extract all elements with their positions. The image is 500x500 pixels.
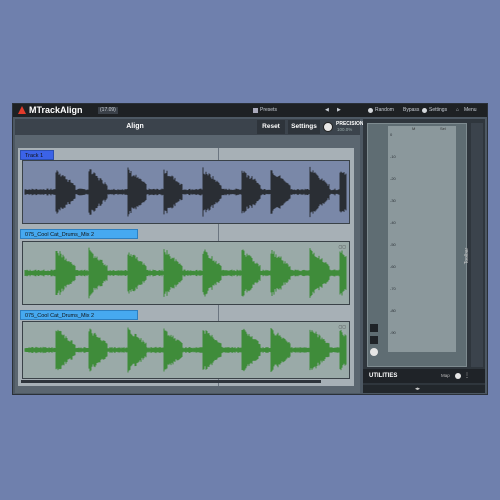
meter-tick-label: -70 <box>390 286 396 291</box>
meter-col-sel: Sel <box>440 126 446 131</box>
waveform-track-3[interactable]: ▢▢ <box>22 321 350 379</box>
meter-tick-label: -80 <box>390 308 396 313</box>
settings-icon[interactable] <box>422 108 427 113</box>
bypass-button[interactable]: Bypass <box>403 104 419 117</box>
random-icon[interactable] <box>368 108 373 113</box>
track-label-2[interactable]: 075_Cool Cat_Drums_Mix 2 <box>20 229 138 239</box>
track-label-1[interactable]: Track 1 <box>20 150 54 160</box>
align-toolbar: Align Reset Settings PRECISION 100.0% <box>15 119 364 135</box>
utilities-bar[interactable]: UTILITIES Map ⋮ <box>363 369 485 383</box>
meter-tick-label: -60 <box>390 264 396 269</box>
meter-tick-label: -40 <box>390 220 396 225</box>
utilities-label: UTILITIES <box>369 373 398 379</box>
prev-preset-icon[interactable]: ◀ <box>325 104 329 117</box>
level-meter: 0 -10 -20 -30 -40 -50 -60 -70 -80 -90 M Sel <box>367 123 467 367</box>
side-toolbar-label: Toolbar <box>464 247 471 265</box>
waveform-track-2[interactable]: ▢▢ <box>22 241 350 305</box>
meter-col-m: M <box>412 126 416 131</box>
track-label-3[interactable]: 075_Cool Cat_Drums_Mix 2 <box>20 310 138 320</box>
title-bar: MTrackAlign (17.09) Presets ◀ ▶ Random B… <box>13 104 487 117</box>
meter-tick-label: -50 <box>390 242 396 247</box>
waveform-graphic-2 <box>24 247 347 299</box>
align-panel: Align Reset Settings PRECISION 100.0% Tr… <box>15 119 364 393</box>
precision-knob[interactable] <box>323 122 333 132</box>
settings-title-button[interactable]: Settings <box>429 104 447 117</box>
align-heading: Align <box>126 123 144 130</box>
meter-tick-label: -90 <box>390 330 396 335</box>
random-button[interactable]: Random <box>375 104 394 117</box>
record-icon[interactable] <box>370 348 378 356</box>
utilities-menu-icon[interactable]: ⋮ <box>464 369 470 383</box>
reset-button[interactable]: Reset <box>257 120 285 134</box>
track-area: Track 1 075_Cool Cat_Drums_Mix 2 ▢▢ 075_… <box>18 148 354 386</box>
settings-button[interactable]: Settings <box>288 120 320 134</box>
waveform-graphic-3 <box>24 327 347 373</box>
side-toolbar[interactable]: Toolbar <box>464 123 483 367</box>
expand-arrows-icon[interactable]: ◂▸ <box>415 385 420 393</box>
home-icon[interactable]: ⌂ <box>456 104 459 117</box>
meter-tick-label: -20 <box>390 176 396 181</box>
presets-icon[interactable] <box>253 108 258 113</box>
horizontal-scrollbar[interactable] <box>21 380 321 383</box>
waveform-track-1[interactable] <box>22 160 350 224</box>
map-toggle[interactable] <box>455 373 461 379</box>
plugin-window: MTrackAlign (17.09) Presets ◀ ▶ Random B… <box>12 103 488 395</box>
waveform-graphic-1 <box>24 166 347 218</box>
right-panel: 0 -10 -20 -30 -40 -50 -60 -70 -80 -90 M Sel Toolb… <box>363 119 485 393</box>
map-label: Map <box>441 373 450 378</box>
presets-button[interactable]: Presets <box>260 104 277 117</box>
meter-display <box>388 126 456 352</box>
next-preset-icon[interactable]: ▶ <box>337 104 341 117</box>
logo-icon <box>18 106 26 114</box>
meter-tick-label: -10 <box>390 154 396 159</box>
pause-icon[interactable] <box>370 324 378 332</box>
precision-value: 100.0% <box>337 127 353 132</box>
meter-tick-label: -30 <box>390 198 396 203</box>
meter-tick-label: 0 <box>390 132 393 137</box>
menu-button[interactable]: Menu <box>464 104 477 117</box>
loop-icon[interactable] <box>370 336 378 344</box>
bottom-expand-bar[interactable]: ◂▸ <box>363 385 485 393</box>
version-label: (17.09) <box>98 107 118 114</box>
app-title: MTrackAlign <box>29 105 83 115</box>
